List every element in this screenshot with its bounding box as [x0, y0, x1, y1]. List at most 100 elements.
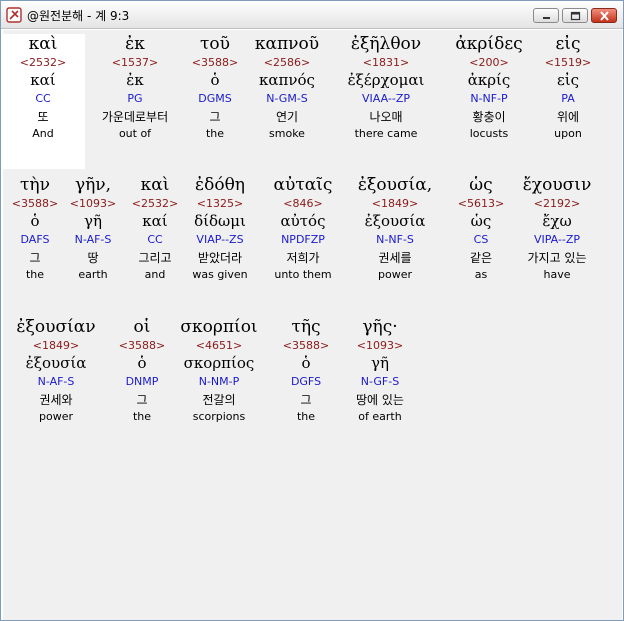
- word-english: the: [132, 410, 152, 423]
- word-greek: γῆν,: [74, 175, 112, 195]
- word-korean: 그: [29, 251, 41, 265]
- word-parse: N-NM-P: [198, 375, 240, 388]
- word-greek: εἰς: [555, 34, 581, 54]
- word-english: out of: [118, 127, 152, 140]
- word-column[interactable]: ὡς <5613> ὡς CS 같은 as: [439, 175, 523, 282]
- word-english: upon: [554, 127, 582, 140]
- word-english: earth: [78, 268, 108, 281]
- word-lemma: ὡς: [470, 212, 492, 230]
- word-korean: 그: [136, 393, 148, 407]
- word-strong: <4651>: [195, 339, 243, 352]
- word-column[interactable]: ἐξουσία, <1849> ἐξουσία N-NF-S 권세를 power: [353, 175, 437, 282]
- word-english: the: [25, 268, 45, 281]
- word-lemma: δίδωμι: [194, 212, 246, 230]
- word-lemma: ὁ: [301, 354, 311, 372]
- word-lemma: ἐξουσία: [25, 354, 87, 372]
- word-column[interactable]: ἀκρίδες <200> ἀκρίς N-NF-P 황충이 locusts: [447, 34, 531, 141]
- minimize-button[interactable]: [533, 8, 559, 23]
- word-greek: αὐταῖς: [273, 175, 333, 195]
- word-lemma: αὐτός: [280, 212, 326, 230]
- word-strong: <3588>: [118, 339, 166, 352]
- word-strong: <1849>: [371, 197, 419, 210]
- word-column[interactable]: καὶ <2532> καί CC 또 And: [1, 34, 85, 169]
- word-lemma: ἐκ: [126, 71, 144, 89]
- word-parse: N-GF-S: [360, 375, 400, 388]
- word-lemma: γῆ: [84, 212, 102, 230]
- minimize-icon: [543, 17, 550, 19]
- word-column[interactable]: καπνοῦ <2586> καπνός N-GM-S 연기 smoke: [245, 34, 329, 141]
- word-lemma: ἔχω: [542, 212, 572, 230]
- word-greek: σκορπίοι: [180, 317, 258, 337]
- word-column[interactable]: γῆς· <1093> γῆ N-GF-S 땅에 있는 of earth: [338, 317, 422, 424]
- word-lemma: καπνός: [259, 71, 315, 89]
- word-english: have: [543, 268, 571, 281]
- word-greek: ἐδόθη: [194, 175, 245, 195]
- word-parse: DGMS: [198, 92, 232, 105]
- word-parse: DGFS: [290, 375, 322, 388]
- word-parse: DAFS: [20, 233, 50, 246]
- word-parse: N-GM-S: [266, 92, 308, 105]
- word-parse: VIAA--ZP: [362, 92, 410, 105]
- word-english: was given: [192, 268, 248, 281]
- word-lemma: ἐξουσία: [364, 212, 426, 230]
- word-korean: 위에: [556, 110, 580, 124]
- interlinear-view[interactable]: καὶ <2532> καί CC 또 And ἐκ <1537> ἐκ PG 가운데로부터 out …: [1, 30, 622, 620]
- word-greek: ἐξουσία,: [357, 175, 433, 195]
- word-greek: τοῦ: [200, 34, 230, 54]
- window-title: @원전분해 - 계 9:3: [27, 9, 130, 23]
- word-column[interactable]: ἔχουσιν <2192> ἔχω VIPA--ZP 가지고 있는 have: [515, 175, 599, 282]
- title-bar[interactable]: @원전분해 - 계 9:3: [1, 1, 623, 29]
- word-strong: <1519>: [544, 56, 592, 69]
- word-greek: καπνοῦ: [254, 34, 320, 54]
- word-parse: NPDFZP: [281, 233, 325, 246]
- maximize-icon: [570, 11, 581, 21]
- word-column[interactable]: εἰς <1519> εἰς PA 위에 upon: [526, 34, 610, 141]
- word-parse: CS: [473, 233, 489, 246]
- word-parse: N-AF-S: [74, 233, 112, 246]
- interlinear-window: @원전분해 - 계 9:3 καὶ <2532> καί CC 또 And ἐκ <1537>…: [0, 0, 624, 621]
- word-column[interactable]: οἱ <3588> ὁ DNMP 그 the: [100, 317, 184, 424]
- word-column[interactable]: ἐκ <1537> ἐκ PG 가운데로부터 out of: [93, 34, 177, 141]
- word-lemma: καί: [30, 71, 56, 89]
- close-icon: [600, 11, 609, 21]
- word-parse: N-AF-S: [37, 375, 75, 388]
- word-korean: 가운데로부터: [101, 110, 169, 124]
- word-column[interactable]: ἐξῆλθον <1831> ἐξέρχομαι VIAA--ZP 나오매 there c…: [344, 34, 428, 141]
- word-korean: 연기: [275, 110, 299, 124]
- word-korean: 황충이: [472, 110, 506, 124]
- maximize-button[interactable]: [562, 8, 588, 23]
- word-english: as: [474, 268, 488, 281]
- word-column[interactable]: ἐξουσίαν <1849> ἐξουσία N-AF-S 권세와 power: [14, 317, 98, 424]
- word-strong: <3588>: [191, 56, 239, 69]
- word-korean: 그리고: [138, 251, 172, 265]
- word-greek: γῆς·: [362, 317, 398, 337]
- word-korean: 가지고 있는: [527, 251, 587, 265]
- word-parse: PA: [561, 92, 575, 105]
- word-korean: 그: [300, 393, 312, 407]
- word-strong: <2586>: [263, 56, 311, 69]
- word-greek: τῆς: [291, 317, 321, 337]
- word-strong: <846>: [283, 197, 323, 210]
- close-button[interactable]: [591, 8, 617, 23]
- word-korean: 그: [209, 110, 221, 124]
- word-english: And: [32, 127, 54, 140]
- word-strong: <5613>: [457, 197, 505, 210]
- word-korean: 권세를: [378, 251, 412, 265]
- word-english: power: [378, 268, 412, 281]
- word-english: and: [144, 268, 166, 281]
- word-greek: τὴν: [20, 175, 50, 195]
- word-greek: ἀκρίδες: [455, 34, 523, 54]
- word-parse: PG: [127, 92, 143, 105]
- word-strong: <1325>: [196, 197, 244, 210]
- word-column[interactable]: τῆς <3588> ὁ DGFS 그 the: [264, 317, 348, 424]
- word-lemma: ἀκρίς: [467, 71, 511, 89]
- word-strong: <1093>: [356, 339, 404, 352]
- word-korean: 같은: [469, 251, 493, 265]
- word-english: locusts: [469, 127, 509, 140]
- word-lemma: καί: [142, 212, 168, 230]
- word-english: power: [39, 410, 73, 423]
- word-column[interactable]: ἐδόθη <1325> δίδωμι VIAP--ZS 받았더라 was given: [178, 175, 262, 282]
- word-greek: ὡς: [469, 175, 493, 195]
- word-column[interactable]: αὐταῖς <846> αὐτός NPDFZP 저희가 unto them: [261, 175, 345, 282]
- word-column[interactable]: σκορπίοι <4651> σκορπίος N-NM-P 전갈의 scorpions: [177, 317, 261, 424]
